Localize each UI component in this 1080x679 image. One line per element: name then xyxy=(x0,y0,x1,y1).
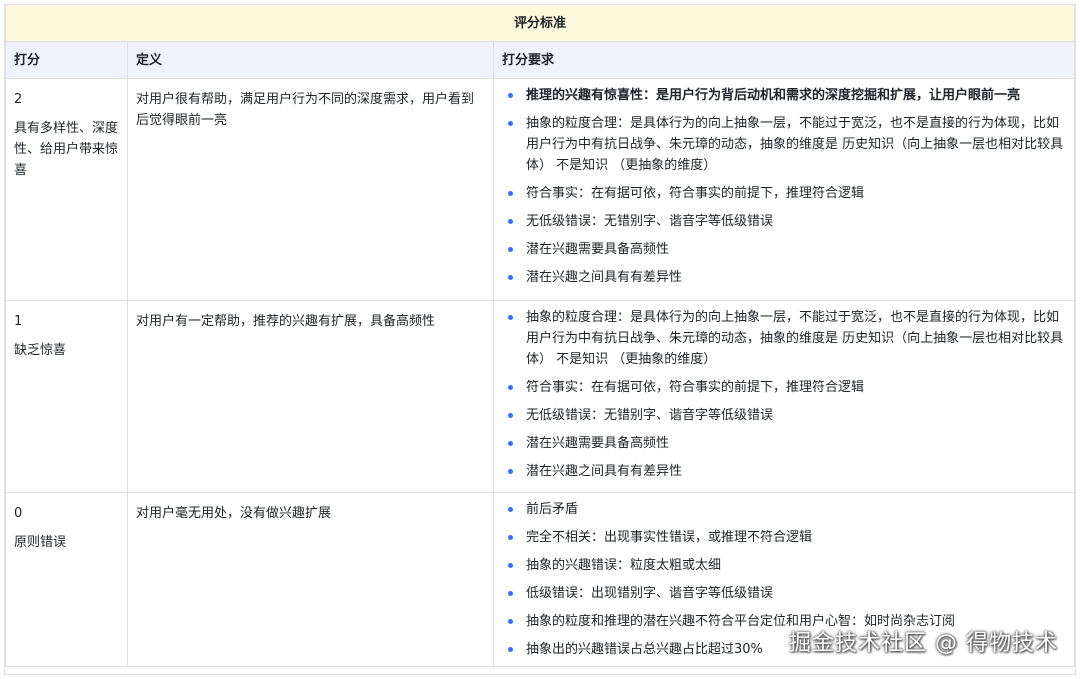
bullet-icon xyxy=(508,191,513,196)
requirement-list: 推理的兴趣有惊喜性：是用户行为背后动机和需求的深度挖掘和扩展，让用户眼前一亮 抽… xyxy=(504,85,1066,288)
requirement-text: 低级错误：出现错别字、谐音字等低级错误 xyxy=(526,586,774,601)
score-cell: 2 具有多样性、深度性、给用户带来惊喜 xyxy=(5,78,128,301)
requirement-list: 抽象的粒度合理：是具体行为的向上抽象一层，不能过于宽泛，也不是直接的行为体现，比… xyxy=(504,307,1066,482)
bullet-icon xyxy=(508,315,513,320)
requirement-text: 抽象的粒度合理：是具体行为的向上抽象一层，不能过于宽泛，也不是直接的行为体现，比… xyxy=(526,116,1064,173)
requirement-text: 抽象的粒度合理：是具体行为的向上抽象一层，不能过于宽泛，也不是直接的行为体现，比… xyxy=(526,310,1064,367)
list-item: 潜在兴趣之间具有有差异性 xyxy=(504,461,1066,482)
list-item: 潜在兴趣之间具有有差异性 xyxy=(504,267,1066,288)
requirement-text: 潜在兴趣之间具有有差异性 xyxy=(526,270,683,285)
scoring-table-container: 评分标准 打分 定义 打分要求 2 具有多样性、深度性、给用户带来惊喜 对用户很… xyxy=(4,4,1076,675)
requirement-cell: 推理的兴趣有惊喜性：是用户行为背后动机和需求的深度挖掘和扩展，让用户眼前一亮 抽… xyxy=(493,78,1075,301)
bullet-icon xyxy=(508,619,513,624)
list-item: 无低级错误：无错别字、谐音字等低级错误 xyxy=(504,211,1066,232)
list-item: 符合事实：在有据可依，符合事实的前提下，推理符合逻辑 xyxy=(504,377,1066,398)
requirement-text: 完全不相关：出现事实性错误，或推理不符合逻辑 xyxy=(526,530,813,545)
bullet-icon xyxy=(508,385,513,390)
requirement-cell: 抽象的粒度合理：是具体行为的向上抽象一层，不能过于宽泛，也不是直接的行为体现，比… xyxy=(493,300,1075,493)
bullet-icon xyxy=(508,219,513,224)
score-value: 0 xyxy=(14,506,23,521)
requirement-text: 潜在兴趣需要具备高频性 xyxy=(526,436,670,451)
header-definition: 定义 xyxy=(127,41,494,79)
score-value: 1 xyxy=(14,314,23,329)
header-requirement: 打分要求 xyxy=(493,41,1075,79)
bullet-icon xyxy=(508,247,513,252)
score-cell: 1 缺乏惊喜 xyxy=(5,300,128,493)
header-score: 打分 xyxy=(5,41,128,79)
bullet-icon xyxy=(508,413,513,418)
bullet-icon xyxy=(508,469,513,474)
bullet-icon xyxy=(508,591,513,596)
requirement-text: 前后矛盾 xyxy=(526,502,579,517)
list-item: 无低级错误：无错别字、谐音字等低级错误 xyxy=(504,405,1066,426)
bullet-icon xyxy=(508,93,513,98)
requirement-text: 符合事实：在有据可依，符合事实的前提下，推理符合逻辑 xyxy=(526,380,865,395)
requirement-text: 潜在兴趣需要具备高频性 xyxy=(526,242,670,257)
bullet-icon xyxy=(508,507,513,512)
watermark: 掘金技术社区 @ 得物技术 xyxy=(789,631,1058,656)
list-item: 潜在兴趣需要具备高频性 xyxy=(504,239,1066,260)
bullet-icon xyxy=(508,647,513,652)
requirement-text: 抽象出的兴趣错误占总兴趣占比超过30% xyxy=(526,642,763,657)
requirement-text: 抽象的兴趣错误：粒度太粗或太细 xyxy=(526,558,722,573)
requirement-text: 推理的兴趣有惊喜性：是用户行为背后动机和需求的深度挖掘和扩展，让用户眼前一亮 xyxy=(526,88,1021,103)
requirement-text: 无低级错误：无错别字、谐音字等低级错误 xyxy=(526,408,774,423)
table-title: 评分标准 xyxy=(5,5,1075,42)
bullet-icon xyxy=(508,121,513,126)
list-item: 完全不相关：出现事实性错误，或推理不符合逻辑 xyxy=(504,527,1066,548)
definition-cell: 对用户毫无用处，没有做兴趣扩展 xyxy=(127,492,494,667)
requirement-text: 符合事实：在有据可依，符合事实的前提下，推理符合逻辑 xyxy=(526,186,865,201)
table-title-row: 评分标准 xyxy=(5,5,1075,42)
list-item: 前后矛盾 xyxy=(504,499,1066,520)
requirement-text: 无低级错误：无错别字、谐音字等低级错误 xyxy=(526,214,774,229)
list-item: 抽象的粒度合理：是具体行为的向上抽象一层，不能过于宽泛，也不是直接的行为体现，比… xyxy=(504,307,1066,370)
score-label: 缺乏惊喜 xyxy=(14,343,67,358)
requirement-text: 潜在兴趣之间具有有差异性 xyxy=(526,464,683,479)
score-cell: 0 原则错误 xyxy=(5,492,128,667)
bullet-icon xyxy=(508,535,513,540)
score-label: 具有多样性、深度性、给用户带来惊喜 xyxy=(14,121,119,178)
table-row-score-2: 2 具有多样性、深度性、给用户带来惊喜 对用户很有帮助，满足用户行为不同的深度需… xyxy=(5,78,1075,301)
list-item: 潜在兴趣需要具备高频性 xyxy=(504,433,1066,454)
table-row-score-1: 1 缺乏惊喜 对用户有一定帮助，推荐的兴趣有扩展，具备高频性 抽象的粒度合理：是… xyxy=(5,300,1075,493)
bullet-icon xyxy=(508,275,513,280)
list-item: 抽象的兴趣错误：粒度太粗或太细 xyxy=(504,555,1066,576)
list-item: 低级错误：出现错别字、谐音字等低级错误 xyxy=(504,583,1066,604)
definition-cell: 对用户有一定帮助，推荐的兴趣有扩展，具备高频性 xyxy=(127,300,494,493)
list-item: 抽象的粒度合理：是具体行为的向上抽象一层，不能过于宽泛，也不是直接的行为体现，比… xyxy=(504,113,1066,176)
scoring-table: 评分标准 打分 定义 打分要求 2 具有多样性、深度性、给用户带来惊喜 对用户很… xyxy=(5,5,1075,667)
bullet-icon xyxy=(508,563,513,568)
score-label: 原则错误 xyxy=(14,535,67,550)
list-item: 符合事实：在有据可依，符合事实的前提下，推理符合逻辑 xyxy=(504,183,1066,204)
bullet-icon xyxy=(508,441,513,446)
score-value: 2 xyxy=(14,92,23,107)
definition-cell: 对用户很有帮助，满足用户行为不同的深度需求，用户看到后觉得眼前一亮 xyxy=(127,78,494,301)
list-item: 推理的兴趣有惊喜性：是用户行为背后动机和需求的深度挖掘和扩展，让用户眼前一亮 xyxy=(504,85,1066,106)
table-header-row: 打分 定义 打分要求 xyxy=(5,41,1075,79)
